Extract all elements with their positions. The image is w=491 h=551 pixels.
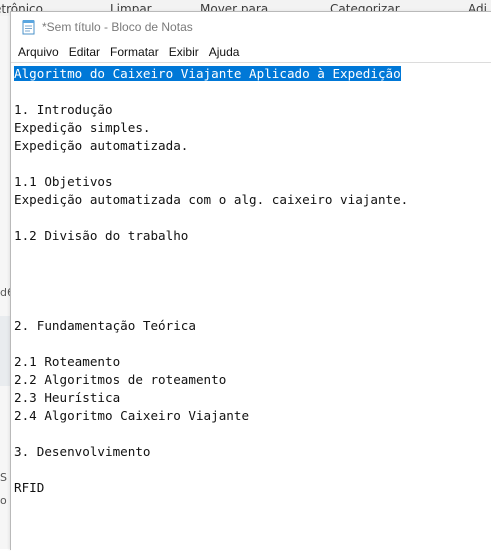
title-bar[interactable]: *Sem título - Bloco de Notas [11,12,491,42]
text-line [14,83,491,101]
text-line: 2.4 Algoritmo Caixeiro Viajante [14,408,250,423]
menu-ajuda[interactable]: Ajuda [204,45,245,59]
document-text[interactable]: Algoritmo do Caixeiro Viajante Aplicado … [11,63,491,497]
text-line: 2.1 Roteamento [14,354,121,369]
background-left-strip: d6 S o [0,16,14,549]
background-band [0,316,10,386]
menu-formatar[interactable]: Formatar [105,45,164,59]
text-line: 1.2 Divisão do trabalho [14,228,189,243]
text-line [14,281,491,299]
text-line [14,209,491,227]
notepad-icon [22,19,36,35]
text-editor[interactable]: Algoritmo do Caixeiro Viajante Aplicado … [11,62,491,551]
window-title: *Sem título - Bloco de Notas [42,20,193,34]
menu-bar: Arquivo Editar Formatar Exibir Ajuda [11,42,491,62]
text-line: Expedição automatizada com o alg. caixei… [14,192,409,207]
text-line: Expedição simples. [14,120,151,135]
text-line: 2.3 Heurística [14,390,121,405]
text-line: 1.1 Objetivos [14,174,113,189]
selected-text: Algoritmo do Caixeiro Viajante Aplicado … [14,66,401,81]
text-line [14,335,491,353]
menu-arquivo[interactable]: Arquivo [13,45,64,59]
background-mark: o [0,494,7,507]
background-mark: S [0,471,7,484]
text-line: Algoritmo do Caixeiro Viajante Aplicado … [14,65,491,83]
text-line: 1. Introdução [14,102,113,117]
text-line [14,425,491,443]
text-line [14,155,491,173]
notepad-window: *Sem título - Bloco de Notas Arquivo Edi… [10,11,491,551]
text-line [14,245,491,263]
text-line: 2.2 Algoritmos de roteamento [14,372,227,387]
text-line [14,299,491,317]
text-line [14,461,491,479]
text-line: 3. Desenvolvimento [14,444,151,459]
menu-exibir[interactable]: Exibir [164,45,204,59]
text-line: Expedição automatizada. [14,138,189,153]
text-line: RFID [14,480,45,495]
text-line [14,263,491,281]
menu-editar[interactable]: Editar [64,45,105,59]
text-line: 2. Fundamentação Teórica [14,318,196,333]
